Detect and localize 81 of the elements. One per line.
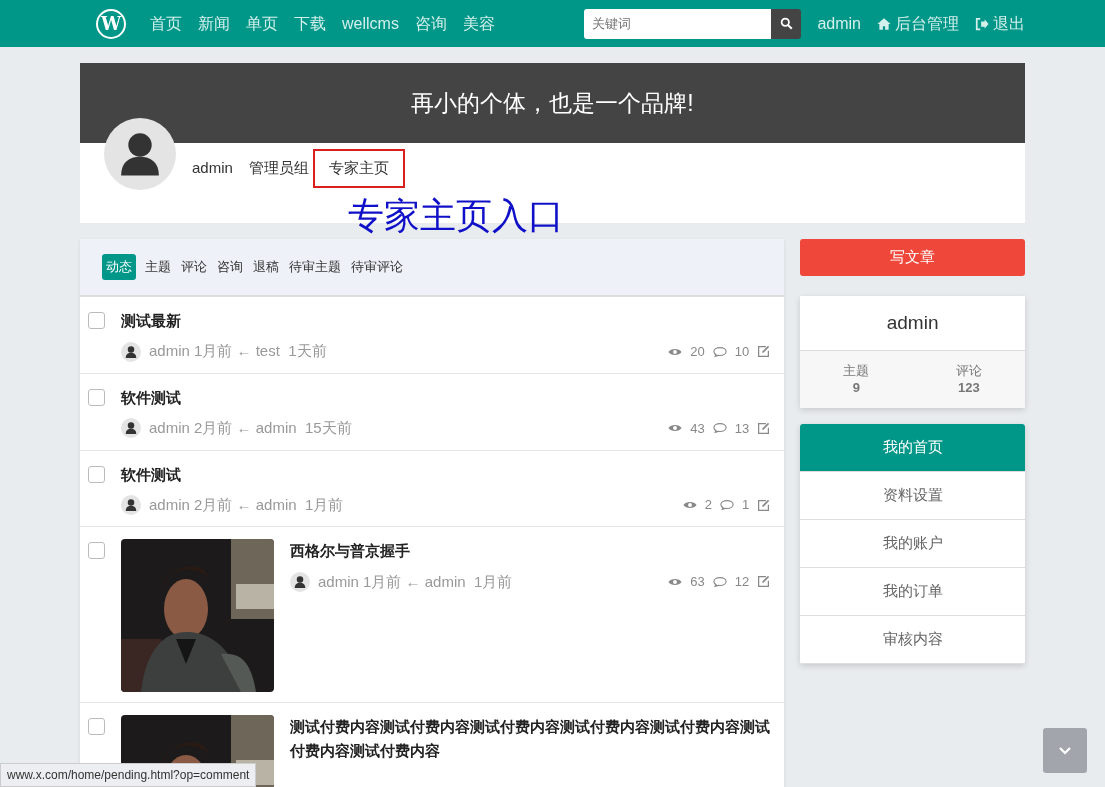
filter-tab[interactable]: 待审主题 — [288, 254, 342, 280]
eye-icon — [668, 346, 683, 357]
write-article-button[interactable]: 写文章 — [800, 239, 1025, 276]
edit-icon — [757, 498, 771, 512]
comment-icon — [712, 345, 727, 358]
comment-count: 10 — [734, 342, 750, 361]
avatar-icon — [121, 418, 141, 439]
user-group: 管理员组 — [248, 157, 309, 180]
search-field[interactable]: 关键词 — [584, 8, 772, 39]
thread-title[interactable]: 软件测试 — [121, 385, 771, 409]
avatar-icon — [121, 341, 141, 362]
view-count: 43 — [690, 419, 705, 438]
user-link[interactable]: admin — [817, 11, 861, 36]
thread-title[interactable]: 软件测试 — [121, 462, 771, 486]
stat-value: 123 — [956, 379, 981, 396]
stat-label: 主题 — [842, 363, 871, 380]
expert-home-link[interactable]: 专家主页 — [312, 149, 405, 188]
stat-value: 9 — [851, 379, 862, 396]
edit-icon — [757, 345, 771, 358]
thread-title[interactable]: 西格尔与普京握手 — [290, 539, 771, 563]
thread-meta: admin 1月前 ← test 1天前 — [149, 341, 327, 362]
chevron-down-icon — [1059, 746, 1071, 755]
filter-tab[interactable]: 退稿 — [252, 254, 280, 280]
filter-tab[interactable]: 咨询 — [216, 254, 244, 280]
nav-link[interactable]: wellcms — [342, 11, 399, 36]
checkbox[interactable] — [88, 718, 105, 736]
thread-title[interactable]: 测试最新 — [121, 309, 771, 333]
logout-link[interactable]: 退出 — [975, 11, 1025, 36]
comment-icon — [712, 575, 727, 588]
edit-icon — [757, 421, 771, 435]
admin-link[interactable]: 后台管理 — [877, 11, 959, 36]
checkbox[interactable] — [88, 465, 105, 483]
nav-link[interactable]: 首页 — [150, 11, 182, 36]
comment-icon — [712, 422, 727, 435]
comment-count: 13 — [734, 419, 750, 438]
avatar-icon — [104, 118, 176, 190]
eye-icon — [668, 423, 683, 434]
checkbox[interactable] — [88, 388, 105, 406]
comment-icon — [720, 499, 734, 511]
menu-item[interactable]: 我的账户 — [800, 520, 1025, 568]
nav-link[interactable]: 美容 — [462, 11, 495, 36]
username: admin — [192, 158, 233, 178]
menu-item[interactable]: 我的订单 — [800, 568, 1025, 616]
view-count: 20 — [690, 342, 705, 361]
menu-item[interactable]: 我的首页 — [800, 424, 1025, 472]
annotation-text: 专家主页入口 — [348, 197, 564, 234]
view-count: 63 — [690, 573, 705, 591]
edit-icon — [757, 575, 771, 589]
menu-item[interactable]: 资料设置 — [800, 472, 1025, 520]
eye-icon — [682, 500, 697, 510]
logo[interactable]: W — [96, 8, 126, 39]
stat-label: 评论 — [954, 363, 983, 380]
nav-link[interactable]: 咨询 — [414, 11, 447, 36]
eye-icon — [668, 576, 683, 587]
thread-meta: admin 2月前 ← admin 15天前 — [149, 418, 352, 438]
thread-meta: admin 1月前 ← admin 1月前 — [318, 571, 513, 592]
nav-link[interactable]: 下载 — [294, 11, 326, 36]
search-icon — [779, 17, 793, 30]
nav-link[interactable]: 新闻 — [198, 11, 230, 36]
comment-count: 12 — [734, 573, 750, 591]
thread-meta: admin 2月前 ← admin 1月前 — [149, 494, 344, 515]
comment-count: 1 — [742, 496, 750, 515]
filter-tab[interactable]: 评论 — [180, 254, 208, 280]
status-url: www.x.com/home/pending.html?op=comment — [0, 763, 257, 787]
checkbox[interactable] — [88, 542, 105, 560]
avatar-icon — [121, 495, 141, 515]
filter-tab[interactable]: 动态 — [102, 254, 136, 280]
search-button[interactable] — [771, 8, 802, 39]
logout-icon — [975, 16, 989, 31]
avatar-icon — [290, 571, 310, 592]
filter-tab[interactable]: 主题 — [144, 254, 172, 280]
back-to-top-button[interactable] — [1043, 728, 1087, 773]
filter-tab[interactable]: 待审评论 — [350, 254, 404, 280]
thread-title[interactable]: 测试付费内容测试付费内容测试付费内容测试付费内容测试付费内容测试付费内容测试付费内容 — [290, 715, 771, 762]
card-username: admin — [886, 310, 939, 335]
slogan: 再小的个体，也是一个品牌! — [411, 88, 694, 118]
menu-item[interactable]: 审核内容 — [800, 616, 1025, 664]
nav-link[interactable]: 单页 — [246, 11, 278, 36]
view-count: 2 — [704, 496, 712, 515]
checkbox[interactable] — [88, 312, 105, 329]
home-icon — [877, 16, 891, 31]
